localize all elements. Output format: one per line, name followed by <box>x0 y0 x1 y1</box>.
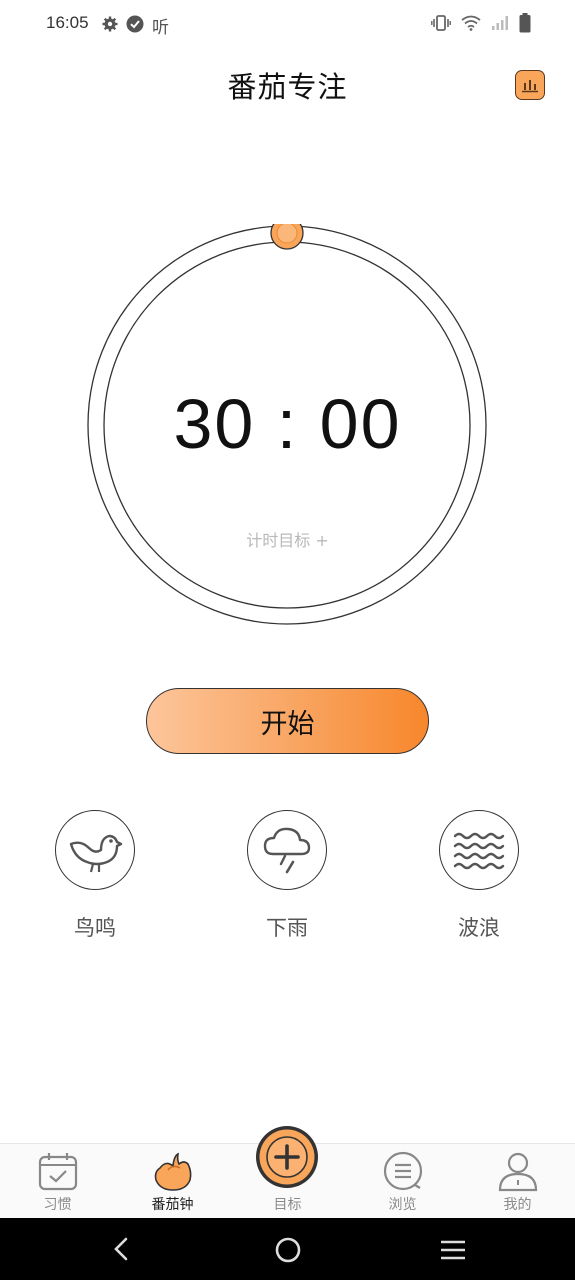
list-circle-icon <box>382 1150 424 1192</box>
nav-label-profile: 我的 <box>503 1197 532 1213</box>
timer-display: 30 : 00 <box>173 385 402 463</box>
status-left-icons: 听 <box>102 13 169 38</box>
rain-icon <box>261 824 313 876</box>
recents-icon[interactable] <box>439 1238 467 1262</box>
nav-label-browse: 浏览 <box>388 1197 417 1213</box>
battery-icon <box>519 13 531 37</box>
sound-bird-circle[interactable] <box>55 810 135 890</box>
bar-chart-icon <box>521 77 539 93</box>
status-right-icons <box>431 13 531 37</box>
start-button[interactable]: 开始 <box>146 688 429 754</box>
wifi-icon <box>461 15 481 35</box>
system-nav-bar <box>0 1218 575 1280</box>
bird-icon <box>67 826 123 874</box>
nav-label-pomodoro: 番茄钟 <box>151 1197 194 1213</box>
signal-icon <box>491 15 509 35</box>
tomato-icon <box>152 1150 194 1192</box>
calendar-check-icon <box>37 1150 79 1192</box>
sound-rain-label: 下雨 <box>266 916 308 940</box>
add-goal-button[interactable] <box>255 1125 319 1189</box>
vibrate-icon <box>431 14 451 36</box>
waves-icon <box>453 830 505 870</box>
sound-rain-circle[interactable] <box>247 810 327 890</box>
timer-drag-handle[interactable] <box>270 224 304 250</box>
stats-button[interactable] <box>515 70 545 100</box>
sound-rain[interactable]: 下雨 <box>237 810 337 942</box>
check-circle-icon <box>126 15 144 37</box>
sound-waves-circle[interactable] <box>439 810 519 890</box>
nav-item-browse[interactable]: 浏览 <box>345 1144 460 1219</box>
gear-icon <box>102 16 118 36</box>
nav-item-pomodoro[interactable]: 番茄钟 <box>115 1144 230 1219</box>
nav-label-habits: 习惯 <box>43 1197 72 1213</box>
status-bar: 16:05 听 <box>0 0 575 48</box>
listen-icon: 听 <box>152 18 169 38</box>
status-time: 16:05 <box>46 13 89 32</box>
sound-bird[interactable]: 鸟鸣 <box>45 810 145 942</box>
page-title: 番茄专注 <box>227 70 348 104</box>
nav-item-habits[interactable]: 习惯 <box>0 1144 115 1219</box>
timer-goal-button[interactable]: 计时目标 + <box>0 527 575 551</box>
nav-item-profile[interactable]: 我的 <box>460 1144 575 1219</box>
sound-waves-label: 波浪 <box>458 916 500 940</box>
nav-label-goals: 目标 <box>273 1197 302 1213</box>
sound-waves[interactable]: 波浪 <box>429 810 529 942</box>
sound-bird-label: 鸟鸣 <box>74 916 116 940</box>
back-icon[interactable] <box>110 1236 134 1262</box>
home-icon[interactable] <box>274 1236 302 1264</box>
user-icon <box>497 1150 539 1192</box>
